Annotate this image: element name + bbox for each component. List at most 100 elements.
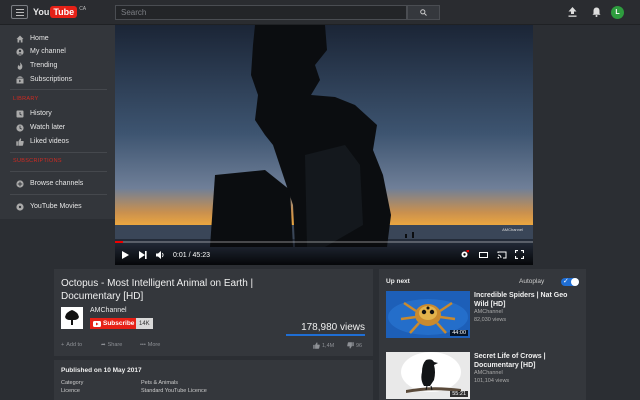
recommended-channel: AMChannel [474, 309, 503, 315]
meta-key: Licence [61, 388, 80, 394]
play-button[interactable] [119, 249, 131, 260]
add-icon: + [61, 342, 65, 348]
upload-button[interactable] [566, 6, 578, 18]
up-next-panel: Up next Autoplay ✓ 44:00 Incredible Spid… [379, 269, 586, 400]
plus-circle-icon [16, 179, 24, 188]
time-total: 45:23 [192, 252, 211, 259]
sidebar-item-youtube-movies[interactable]: YouTube Movies [0, 200, 115, 213]
sidebar-item-label: Subscriptions [30, 76, 73, 83]
search-input[interactable]: Search [115, 5, 407, 20]
time-separator: / [188, 252, 191, 259]
skip-next-icon [139, 250, 147, 259]
published-date: Published on 10 May 2017 [61, 367, 142, 374]
more-label: More [147, 342, 161, 348]
recommended-title[interactable]: Secret Life of Crows | Documentary [HD] [474, 352, 582, 370]
subscribe-button[interactable]: Subscribe [90, 318, 139, 329]
sidebar-divider [10, 171, 107, 172]
gear-icon [461, 250, 469, 258]
share-label: Share [107, 342, 123, 348]
cast-button[interactable] [496, 249, 508, 260]
bell-icon [592, 7, 600, 17]
more-button[interactable]: ••• More [140, 342, 160, 348]
top-bar: You Tube CA Search L [0, 0, 640, 25]
recommended-views: 101,104 views [474, 378, 510, 384]
menu-button[interactable] [11, 5, 28, 19]
fullscreen-button[interactable] [513, 249, 525, 260]
channel-avatar[interactable] [61, 307, 83, 329]
more-icon: ••• [140, 342, 146, 348]
logo-you: You [33, 7, 50, 17]
settings-button[interactable] [458, 249, 470, 260]
share-button[interactable]: ➦ Share [101, 342, 122, 348]
sidebar-item-label: History [30, 110, 52, 117]
thumbs-down-icon [347, 342, 354, 349]
history-icon [16, 110, 24, 118]
youtube-logo[interactable]: You Tube CA [33, 5, 86, 19]
sidebar-item-history[interactable]: History [0, 107, 115, 120]
video-player[interactable]: AMChannel 0:01 / 45:23 [115, 25, 533, 265]
subscriber-count: 14K [136, 318, 153, 329]
add-to-button[interactable]: + Add to [61, 342, 82, 348]
video-duration: 55:21 [450, 391, 468, 397]
dislike-button[interactable]: 96 [347, 342, 362, 349]
film-icon [16, 202, 24, 211]
like-count: 1,4M [322, 342, 335, 349]
tree-icon [65, 310, 79, 325]
progress-bar[interactable] [115, 241, 533, 243]
player-right-margin [533, 25, 640, 265]
youtube-play-icon [93, 320, 101, 327]
fullscreen-icon [514, 250, 524, 259]
sidebar-divider [10, 89, 107, 90]
sidebar-item-browse-channels[interactable]: Browse channels [0, 177, 115, 190]
player-controls: 0:01 / 45:23 [115, 241, 533, 265]
cast-icon [497, 251, 507, 258]
channel-name[interactable]: AMChannel [90, 307, 127, 314]
meta-value[interactable]: Pets & Animals [141, 380, 178, 386]
theater-icon [478, 251, 488, 258]
video-duration: 44:00 [450, 330, 468, 336]
video-thumbnail[interactable]: 44:00 [386, 291, 470, 338]
sidebar-item-trending[interactable]: Trending [0, 59, 115, 72]
logo-tube: Tube [50, 6, 78, 18]
next-button[interactable] [137, 249, 149, 260]
time-current: 0:01 [173, 252, 187, 259]
volume-button[interactable] [154, 249, 166, 260]
subscribe-label: Subscribe [103, 320, 135, 327]
view-count: 178,980 views [301, 322, 365, 333]
sidebar-item-label: Home [30, 35, 49, 42]
sidebar-item-my-channel[interactable]: My channel [0, 45, 115, 58]
sidebar-divider [10, 152, 107, 153]
sidebar-item-liked-videos[interactable]: Liked videos [0, 135, 115, 148]
recommended-channel: AMChannel [474, 370, 503, 376]
home-icon [16, 35, 24, 43]
up-next-label: Up next [386, 278, 410, 285]
toggle-knob [571, 278, 579, 286]
like-button[interactable]: 1,4M [313, 342, 334, 349]
search-button[interactable] [407, 5, 440, 20]
recommended-views: 82,030 views [474, 317, 507, 323]
flame-icon [16, 61, 24, 70]
sidebar-item-label: Liked videos [30, 138, 69, 145]
dislike-count: 96 [356, 342, 363, 349]
progress-played [115, 241, 124, 243]
add-to-label: Add to [66, 342, 83, 348]
thumbs-up-icon [313, 342, 320, 349]
play-icon [121, 250, 129, 259]
recommended-title[interactable]: Incredible Spiders | Nat Geo Wild [HD] [474, 291, 582, 309]
logo-country: CA [79, 6, 87, 12]
person-icon [16, 47, 24, 56]
autoplay-toggle[interactable]: ✓ [561, 278, 579, 286]
sidebar-item-label: Browse channels [30, 180, 84, 187]
notifications-button[interactable] [590, 6, 602, 18]
autoplay-label: Autoplay [519, 278, 545, 285]
sidebar-item-watch-later[interactable]: Watch later [0, 121, 115, 134]
sidebar-heading-subscriptions: SUBSCRIPTIONS [13, 158, 62, 164]
video-thumbnail[interactable]: 55:21 [386, 352, 470, 399]
sidebar-item-home[interactable]: Home [0, 32, 115, 45]
theater-mode-button[interactable] [477, 249, 489, 260]
avatar[interactable]: L [611, 6, 624, 19]
description-card: Published on 10 May 2017 Category Pets &… [54, 360, 373, 400]
sidebar-item-subscriptions[interactable]: Subscriptions [0, 73, 115, 86]
meta-value: Standard YouTube Licence [141, 388, 207, 394]
search-icon [420, 9, 427, 16]
